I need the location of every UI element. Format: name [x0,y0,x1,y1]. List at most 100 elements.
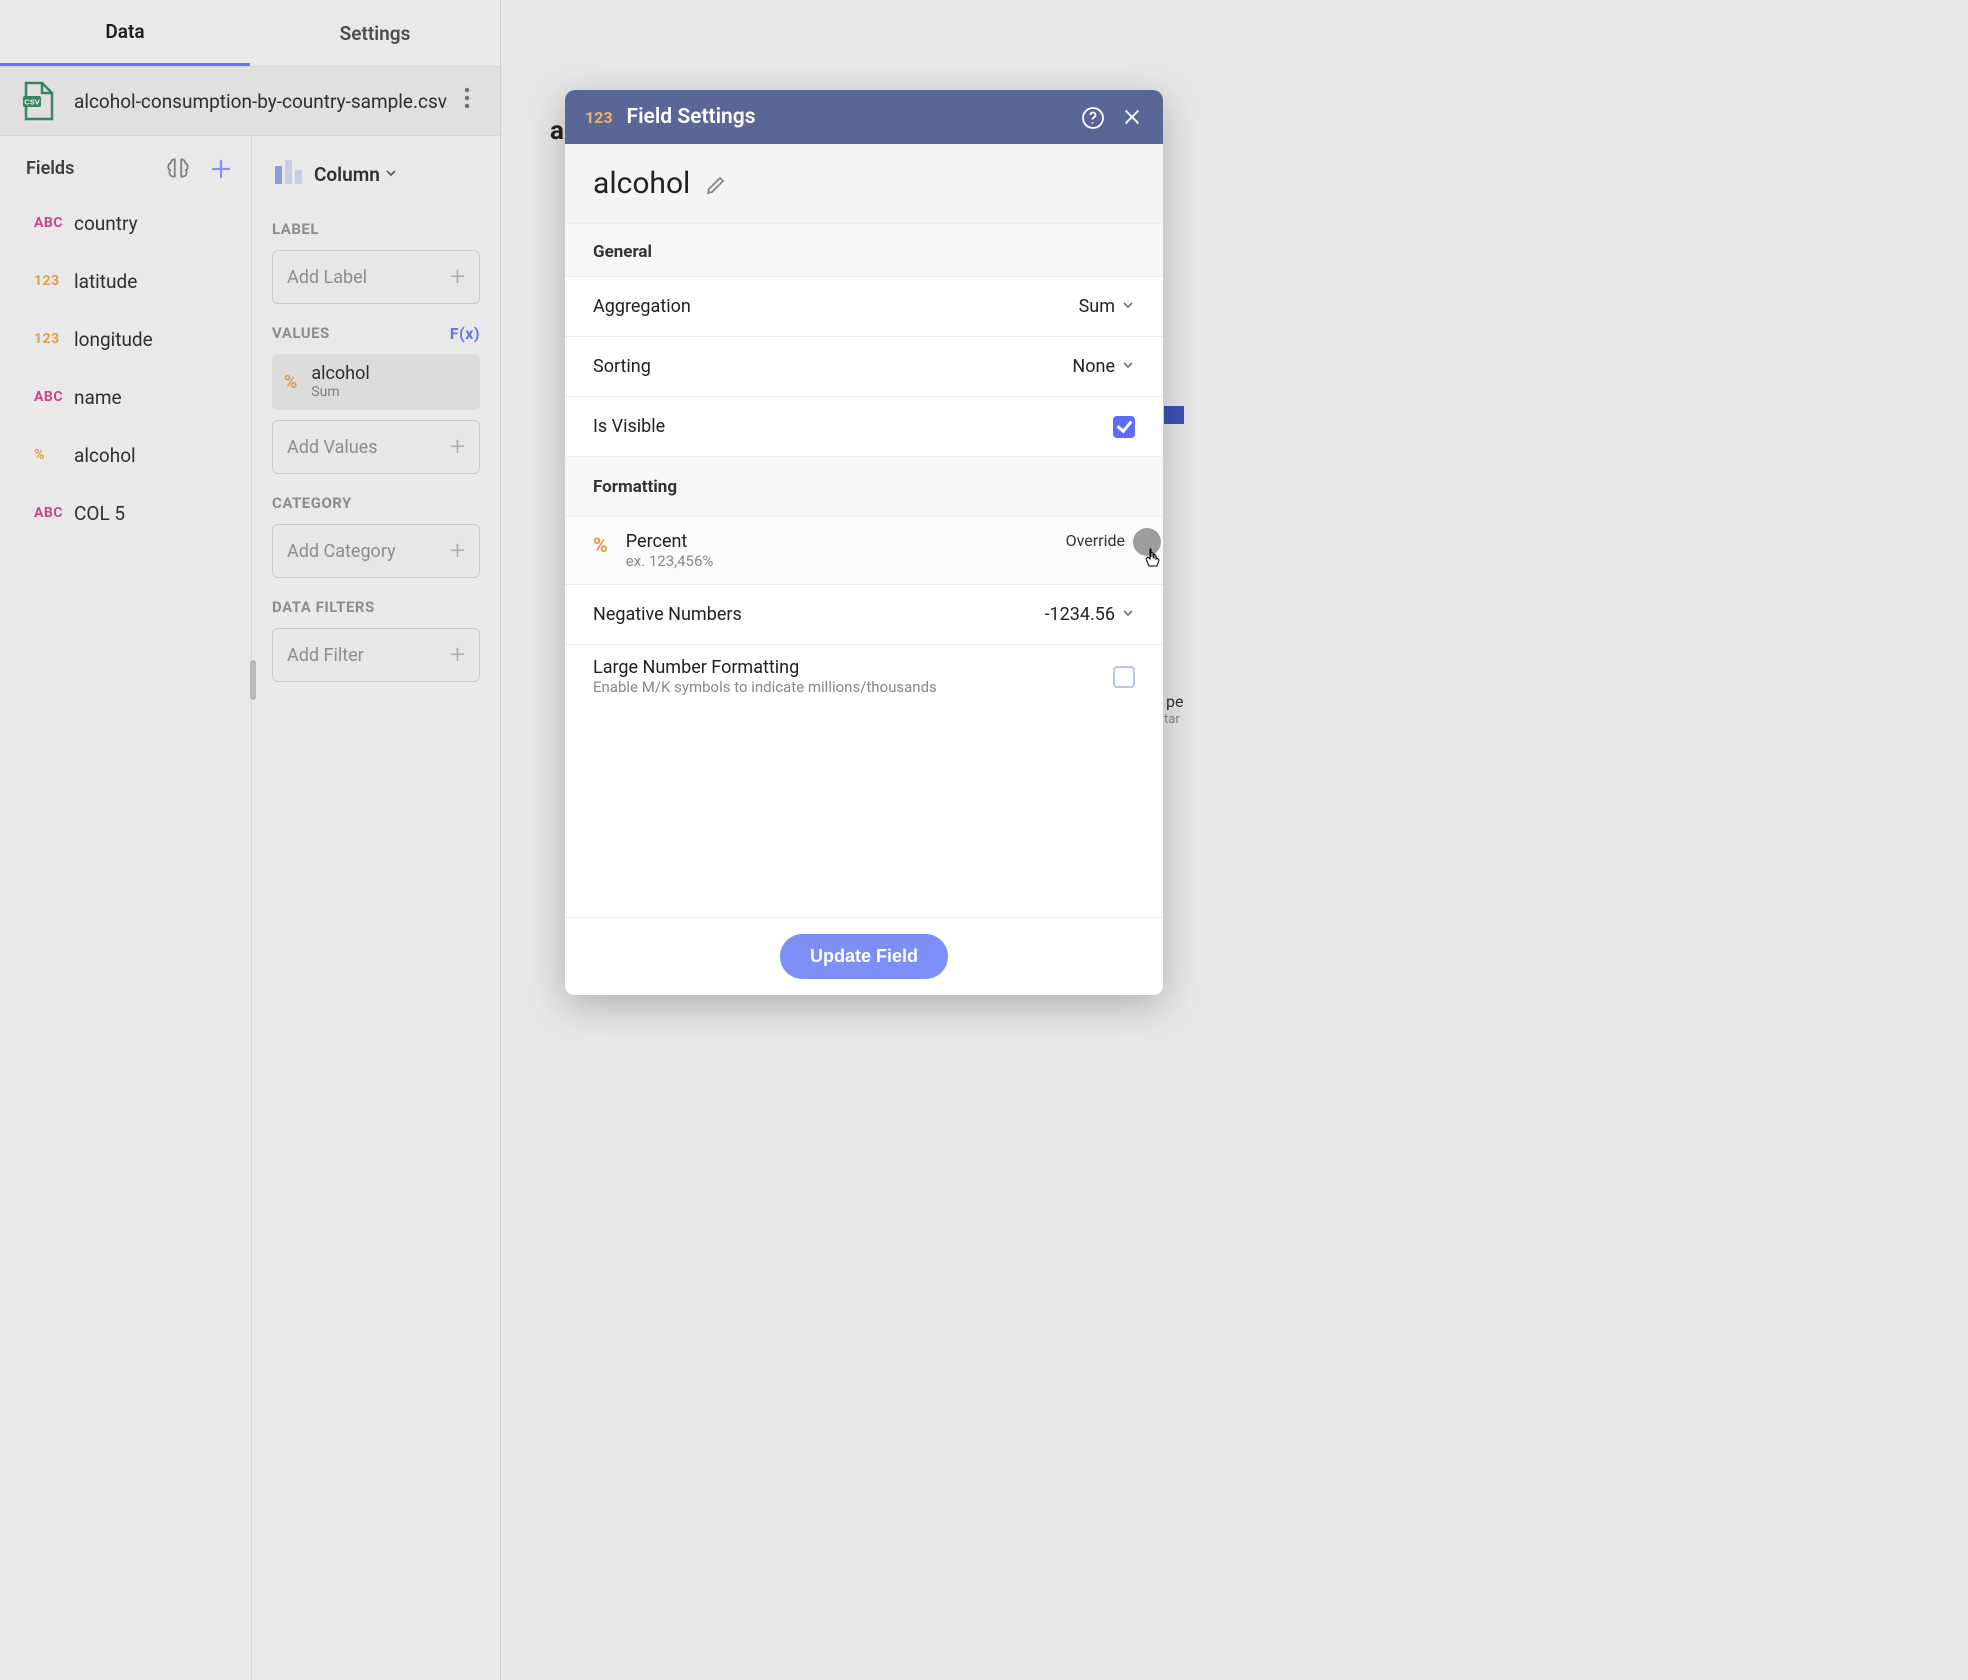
field-item-longitude[interactable]: 123 longitude [0,310,251,368]
help-icon[interactable] [1081,106,1103,128]
row-percent-format[interactable]: % Percent ex. 123,456% Override [565,516,1163,584]
section-formatting: Formatting [565,456,1163,516]
config-column: Column LABEL Add Label + VALUES F(x) % a… [252,136,500,1680]
dialog-footer: Update Field [565,917,1163,995]
type-badge-abc: ABC [34,505,74,521]
placeholder-text: Add Filter [287,645,364,666]
fields-title: Fields [26,158,165,179]
background-peek: pe tar [1164,0,1194,1680]
placeholder-text: Add Label [287,267,367,288]
add-field-icon[interactable] [209,157,231,179]
fields-column: Fields ABC country 123 latitude 123 [0,136,252,1680]
field-settings-dialog: 123 Field Settings alcohol General Aggre… [565,90,1163,995]
chevron-down-icon [1121,356,1135,377]
row-label: Large Number Formatting [593,657,1113,678]
csv-file-icon: CSV [20,81,56,121]
field-label: alcohol [74,444,136,467]
type-badge-abc: ABC [34,215,74,231]
row-sublabel: Enable M/K symbols to indicate millions/… [593,678,1113,696]
type-badge-abc: ABC [34,389,74,405]
plus-icon: + [450,432,465,462]
row-value: Sum [1079,296,1135,317]
plus-icon: + [450,536,465,566]
override-label: Override [1066,531,1125,550]
value-name: alcohol [311,364,369,384]
field-item-name[interactable]: ABC name [0,368,251,426]
type-badge-123: 123 [34,331,74,347]
category-dropzone[interactable]: Add Category + [272,524,480,578]
chevron-down-icon [1121,296,1135,317]
background-title-fragment: a [550,116,564,146]
checkbox-checked[interactable] [1113,416,1135,438]
dialog-body: General Aggregation Sum Sorting None Is … [565,224,1163,917]
label-dropzone[interactable]: Add Label + [272,250,480,304]
row-value: -1234.56 [1045,604,1135,625]
values-dropzone[interactable]: Add Values + [272,420,480,474]
type-badge-123: 123 [585,108,613,127]
value-agg: Sum [311,384,369,400]
section-general: General [565,224,1163,276]
section-label-filters: DATA FILTERS [272,598,480,616]
edit-icon[interactable] [704,173,726,195]
chart-type-selector[interactable]: Column [272,154,480,208]
file-row: CSV alcohol-consumption-by-country-sampl… [0,66,500,136]
checkbox-unchecked[interactable] [1113,666,1135,688]
field-label: COL 5 [74,502,125,525]
field-label: latitude [74,270,137,293]
tabs: Data Settings [0,0,500,66]
field-item-country[interactable]: ABC country [0,194,251,252]
type-badge-percent: % [34,447,74,463]
field-label: longitude [74,328,153,351]
row-label: Negative Numbers [593,604,1045,625]
format-title: Percent [626,531,1066,552]
dialog-title: Field Settings [627,105,1063,129]
column-chart-icon [274,160,304,188]
field-name-row: alcohol [565,144,1163,224]
svg-text:CSV: CSV [24,98,39,107]
plus-icon: + [450,262,465,292]
value-chip-alcohol[interactable]: % alcohol Sum [272,354,480,410]
panel-body: Fields ABC country 123 latitude 123 [0,136,500,1680]
left-panel: Data Settings CSV alcohol-consumption-by… [0,0,501,1680]
field-item-latitude[interactable]: 123 latitude [0,252,251,310]
cursor-pointer-icon [1143,547,1163,575]
type-badge-123: 123 [34,273,74,289]
file-name: alcohol-consumption-by-country-sample.cs… [74,90,454,113]
row-large-number-formatting[interactable]: Large Number Formatting Enable M/K symbo… [565,644,1163,708]
brain-icon[interactable] [165,156,189,180]
row-label: Is Visible [593,416,1113,437]
section-label-category: CATEGORY [272,494,480,512]
filters-dropzone[interactable]: Add Filter + [272,628,480,682]
update-field-button[interactable]: Update Field [780,934,948,979]
close-icon[interactable] [1121,106,1143,128]
field-label: name [74,386,122,409]
fx-button[interactable]: F(x) [450,324,480,343]
row-aggregation[interactable]: Aggregation Sum [565,276,1163,336]
format-example: ex. 123,456% [626,552,1066,570]
chevron-down-icon [384,165,398,184]
dialog-header: 123 Field Settings [565,90,1163,144]
field-item-col5[interactable]: ABC COL 5 [0,484,251,542]
row-sorting[interactable]: Sorting None [565,336,1163,396]
placeholder-text: Add Values [287,437,378,458]
field-label: country [74,212,138,235]
section-label-label: LABEL [272,220,480,238]
percent-icon: % [284,372,297,393]
row-label: Aggregation [593,296,1079,317]
chart-type-label: Column [314,163,380,186]
row-label: Sorting [593,356,1072,377]
field-name-text: alcohol [593,166,690,201]
scrollbar-thumb[interactable] [250,660,256,700]
row-value: None [1072,356,1135,377]
row-is-visible[interactable]: Is Visible [565,396,1163,456]
placeholder-text: Add Category [287,541,396,562]
file-menu-icon[interactable] [454,87,480,115]
tab-data[interactable]: Data [0,0,250,66]
tab-settings[interactable]: Settings [250,0,500,66]
field-item-alcohol[interactable]: % alcohol [0,426,251,484]
row-negative-numbers[interactable]: Negative Numbers -1234.56 [565,584,1163,644]
plus-icon: + [450,640,465,670]
section-label-values: VALUES F(x) [272,324,480,342]
chevron-down-icon [1121,604,1135,625]
fields-header: Fields [0,156,251,194]
